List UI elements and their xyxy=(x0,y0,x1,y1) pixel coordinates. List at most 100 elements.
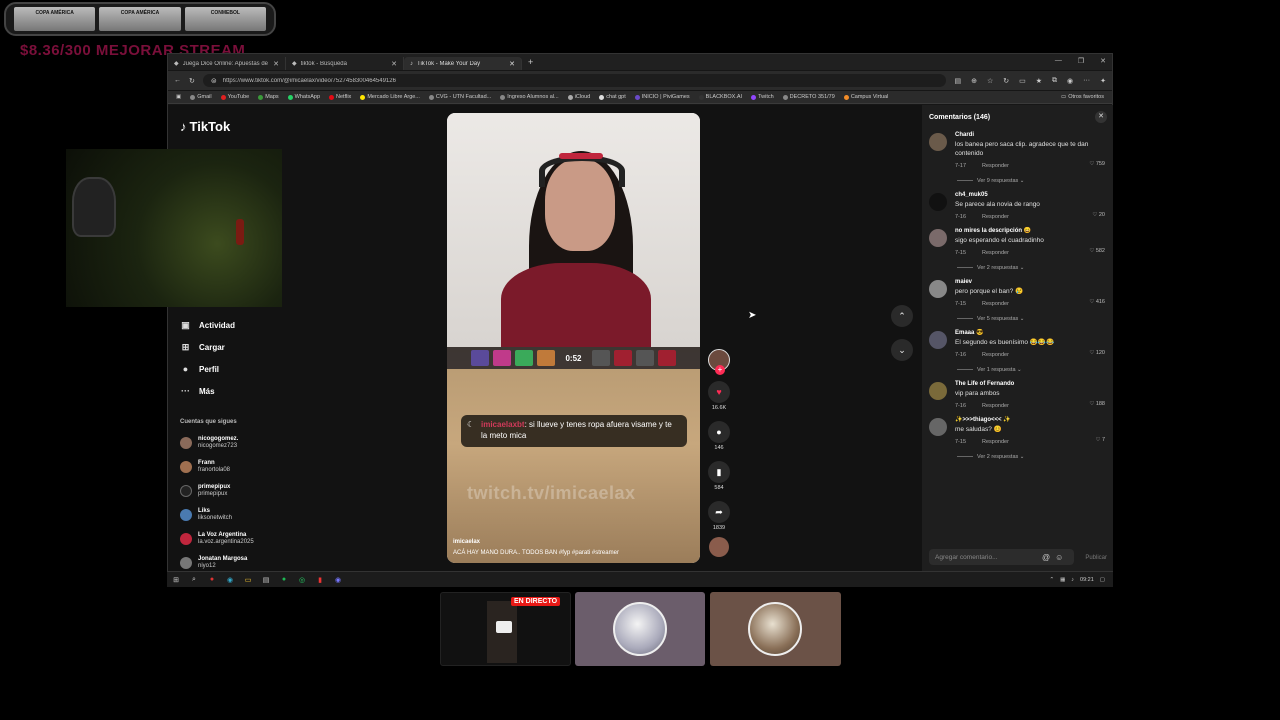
reply-button[interactable]: Responder xyxy=(982,438,1009,446)
bookmark-item[interactable]: CVG - UTN Facultad... xyxy=(428,94,491,100)
bookmark-item[interactable]: YouTube xyxy=(220,94,249,100)
like-button[interactable]: ♥ xyxy=(708,381,730,403)
browser-tab[interactable]: ◆ tiktok - Búsqueda ✕ xyxy=(286,57,404,70)
view-replies-button[interactable]: Ver 5 respuestas ⌄ xyxy=(955,315,1109,323)
follow-plus-icon[interactable]: + xyxy=(715,365,725,375)
stream-preview-3[interactable] xyxy=(710,592,841,666)
close-tab-icon[interactable]: ✕ xyxy=(273,60,279,68)
view-replies-button[interactable]: Ver 1 respuesta ⌄ xyxy=(955,366,1109,374)
minimize-icon[interactable]: — xyxy=(1055,57,1062,65)
app-icon[interactable]: ▮ xyxy=(315,575,325,585)
reply-button[interactable]: Responder xyxy=(982,402,1009,410)
emoji-icon[interactable]: ☺ xyxy=(1055,553,1063,562)
comment-like[interactable]: ♡ 188 xyxy=(1089,401,1105,407)
comment-like[interactable]: ♡ 120 xyxy=(1089,350,1105,356)
avatar[interactable] xyxy=(929,280,947,298)
view-replies-button[interactable]: Ver 2 respuestas ⌄ xyxy=(955,453,1109,461)
profile-icon[interactable]: ◉ xyxy=(1067,77,1073,85)
comment-like[interactable]: ♡ 416 xyxy=(1089,299,1105,305)
stream-preview-1[interactable]: EN DIRECTO xyxy=(440,592,571,666)
browser-tab-active[interactable]: ♪ TikTok - Make Your Day ✕ xyxy=(404,57,522,70)
bookmark-item[interactable]: Twitch xyxy=(751,94,774,100)
bookmark-item[interactable]: Netflix xyxy=(329,94,351,100)
video-author[interactable]: imicaelax xyxy=(453,539,480,545)
next-video-button[interactable]: ⌄ xyxy=(891,339,913,361)
comment-user[interactable]: no mires la descripción 😄 xyxy=(955,227,1109,236)
tiktok-logo[interactable]: ♪ TikTok xyxy=(180,119,230,134)
avatar[interactable] xyxy=(929,193,947,211)
following-account[interactable]: Liks liksonetwitch xyxy=(180,503,300,527)
bookmark-item[interactable]: DECRETO 351/79 xyxy=(782,94,835,100)
bookmark-item[interactable]: INICIO | PiviGames xyxy=(634,94,690,100)
following-account[interactable]: La Voz Argentina la.voz.argentina2025 xyxy=(180,527,300,551)
copilot-icon[interactable]: ✦ xyxy=(1100,77,1106,85)
notifications-icon[interactable]: ▢ xyxy=(1100,577,1105,583)
following-account[interactable]: primepipux primepipux xyxy=(180,479,300,503)
avatar[interactable] xyxy=(929,229,947,247)
url-field[interactable]: ⊜ https://www.tiktok.com/@imicaelax/vide… xyxy=(202,74,947,87)
video-player[interactable]: 0:52 ☾ imicaelaxbt: si llueve y tenes ro… xyxy=(447,113,700,563)
reply-button[interactable]: Responder xyxy=(982,162,1009,170)
other-bookmarks[interactable]: ▭ Otros favoritos xyxy=(1061,94,1104,100)
browser-tab[interactable]: ◆ Juega Dice Online: Apuestas de D... ✕ xyxy=(168,57,286,70)
comment-like[interactable]: ♡ 582 xyxy=(1089,248,1105,254)
split-icon[interactable]: ▭ xyxy=(1019,77,1026,85)
reply-button[interactable]: Responder xyxy=(982,249,1009,257)
bookmark-item[interactable]: BLACKBOX.AI xyxy=(698,94,742,100)
publish-button[interactable]: Publicar xyxy=(1085,555,1107,561)
bookmark-item[interactable]: Maps xyxy=(258,94,279,100)
bookmark-item[interactable]: iCloud xyxy=(567,94,590,100)
comment-user[interactable]: The Life of Fernando xyxy=(955,380,1109,389)
sidebar-item-cargar[interactable]: ⊞ Cargar xyxy=(180,336,310,358)
comment-user[interactable]: Chardi xyxy=(955,131,1109,140)
previous-video-button[interactable]: ⌃ xyxy=(891,305,913,327)
store-icon[interactable]: ▤ xyxy=(261,575,271,585)
avatar[interactable] xyxy=(929,418,947,436)
save-button[interactable]: ▮ xyxy=(708,461,730,483)
tray-chevron-icon[interactable]: ⌃ xyxy=(1049,577,1054,583)
bookmark-item[interactable]: Mercado Libre Arge... xyxy=(360,94,420,100)
sidebar-item-mas[interactable]: ··· Más xyxy=(180,380,310,402)
refresh-icon[interactable]: ↻ xyxy=(1003,77,1009,85)
new-tab-button[interactable]: + xyxy=(522,57,539,67)
bookmark-item[interactable]: chat gpt xyxy=(599,94,626,100)
clock-time[interactable]: 09:21 xyxy=(1080,577,1094,583)
sidebar-item-actividad[interactable]: ▣ Actividad xyxy=(180,314,310,336)
bookmark-item[interactable]: Gmail xyxy=(190,94,212,100)
reload-icon[interactable]: ↻ xyxy=(189,77,195,85)
back-icon[interactable]: ← xyxy=(174,77,181,84)
favorite-star-icon[interactable]: ☆ xyxy=(987,77,993,85)
following-account[interactable]: nicogogomez. nicogomez723 xyxy=(180,431,300,455)
menu-icon[interactable]: ··· xyxy=(1083,77,1090,85)
discord-icon[interactable]: ◉ xyxy=(333,575,343,585)
mention-icon[interactable]: @ xyxy=(1042,553,1050,562)
share-button[interactable]: ➦ xyxy=(708,501,730,523)
whatsapp-icon[interactable]: ◎ xyxy=(297,575,307,585)
creator-avatar[interactable]: + xyxy=(708,349,730,375)
comment-like[interactable]: ♡ 20 xyxy=(1092,212,1105,218)
reply-button[interactable]: Responder xyxy=(982,351,1009,359)
app-icon[interactable]: ● xyxy=(207,575,217,585)
close-window-icon[interactable]: ✕ xyxy=(1100,57,1106,65)
search-icon[interactable]: ⌕ xyxy=(189,575,199,585)
stream-preview-2[interactable] xyxy=(575,592,705,666)
maximize-icon[interactable]: ❐ xyxy=(1078,57,1084,65)
folder-icon[interactable]: ▭ xyxy=(243,575,253,585)
avatar[interactable] xyxy=(929,331,947,349)
view-replies-button[interactable]: Ver 2 respuestas ⌄ xyxy=(955,264,1109,272)
zoom-icon[interactable]: ⊕ xyxy=(971,77,977,85)
close-tab-icon[interactable]: ✕ xyxy=(509,60,515,68)
comment-like[interactable]: ♡ 759 xyxy=(1089,161,1105,167)
bookmarks-app-icon[interactable]: ▣ xyxy=(176,94,181,100)
comment-user[interactable]: maiev xyxy=(955,278,1109,287)
following-account[interactable]: Frann franortola08 xyxy=(180,455,300,479)
comment-like[interactable]: ♡ 7 xyxy=(1095,437,1105,443)
bookmark-item[interactable]: Campus Virtual xyxy=(843,94,888,100)
volume-icon[interactable]: ♪ xyxy=(1071,577,1074,583)
close-tab-icon[interactable]: ✕ xyxy=(391,60,397,68)
collections-icon[interactable]: ⧉ xyxy=(1052,77,1057,85)
network-icon[interactable]: ▦ xyxy=(1060,577,1065,583)
comment-button[interactable]: ● xyxy=(708,421,730,443)
sidebar-item-perfil[interactable]: ● Perfil xyxy=(180,358,310,380)
favorites-icon[interactable]: ★ xyxy=(1036,77,1042,85)
